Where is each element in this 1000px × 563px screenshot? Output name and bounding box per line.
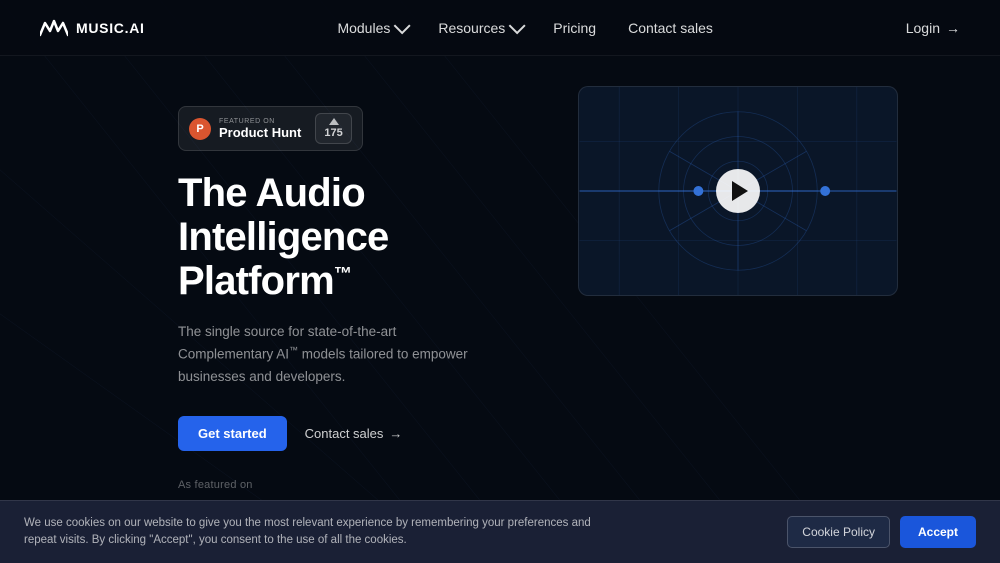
nav-links: Modules Resources Pricing Contact sales [337,20,712,36]
logo[interactable]: MUSIC.AI [40,17,145,39]
play-button[interactable] [716,169,760,213]
product-hunt-info: FEATURED ON Product Hunt [219,118,301,140]
product-hunt-name: Product Hunt [219,125,301,140]
nav-modules[interactable]: Modules [337,20,406,36]
arrow-right-icon: → [389,426,402,441]
arrow-right-icon: → [946,20,960,36]
nav-contact-sales[interactable]: Contact sales [628,20,713,36]
hero-subtitle: The single source for state-of-the-art C… [178,321,488,388]
featured-on-label: FEATURED ON [219,118,301,125]
cta-row: Get started Contact sales → [178,416,538,451]
cookie-policy-button[interactable]: Cookie Policy [787,516,890,548]
nav-pricing[interactable]: Pricing [553,20,596,36]
chevron-down-icon [509,17,526,34]
product-hunt-badge[interactable]: P FEATURED ON Product Hunt 175 [178,106,363,151]
main-content: P FEATURED ON Product Hunt 175 The Audio… [0,56,1000,451]
hero-title: The Audio Intelligence Platform™ [178,171,538,303]
hero-visual [578,86,960,296]
upvote-badge: 175 [315,113,351,144]
nav-right: Login → [906,20,960,36]
get-started-button[interactable]: Get started [178,416,287,451]
cookie-buttons: Cookie Policy Accept [787,516,976,548]
featured-label: As featured on [178,479,960,491]
hero-left: P FEATURED ON Product Hunt 175 The Audio… [178,96,538,451]
nav-resources[interactable]: Resources [438,20,521,36]
contact-sales-button[interactable]: Contact sales → [305,426,403,441]
login-link[interactable]: Login [906,20,940,36]
product-hunt-logo: P [189,118,211,140]
logo-text: MUSIC.AI [76,20,145,36]
accept-button[interactable]: Accept [900,516,976,548]
video-container[interactable] [578,86,898,296]
cookie-banner: We use cookies on our website to give yo… [0,500,1000,563]
navbar: MUSIC.AI Modules Resources Pricing Conta… [0,0,1000,56]
play-icon [732,181,748,201]
chevron-down-icon [394,17,411,34]
upvote-count: 175 [324,127,342,139]
cookie-text: We use cookies on our website to give yo… [24,515,624,550]
upvote-triangle-icon [329,118,339,125]
